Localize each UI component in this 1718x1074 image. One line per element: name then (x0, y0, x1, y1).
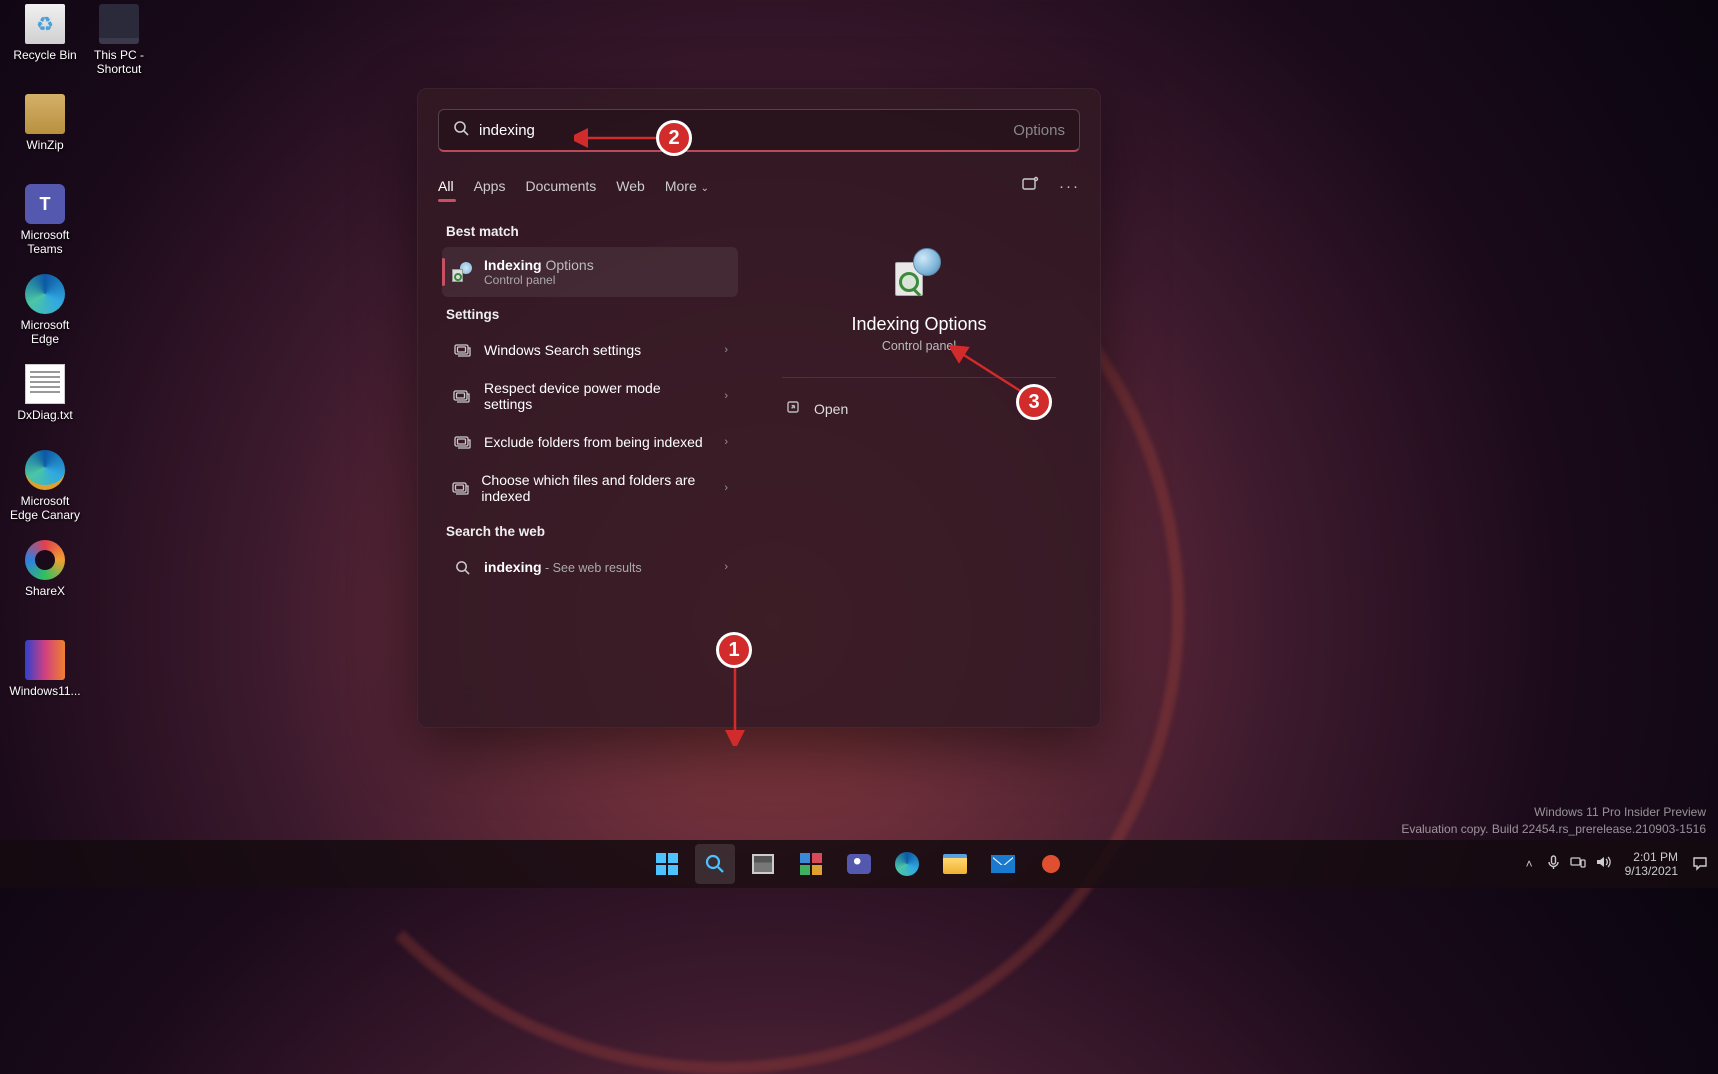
open-action[interactable]: Open (782, 390, 1056, 427)
dxdiag-txt-icon (25, 364, 65, 404)
indexing-options-large-icon (889, 248, 949, 296)
widgets-button[interactable] (791, 844, 831, 884)
tab-all[interactable]: All (438, 172, 454, 200)
search-input[interactable] (479, 122, 1009, 139)
start-button[interactable] (647, 844, 687, 884)
winzip-icon (25, 94, 65, 134)
settings-header: Settings (442, 297, 738, 330)
microsoft-edge-icon (25, 274, 65, 314)
chevron-right-icon: › (724, 344, 728, 356)
windows11-img-icon (25, 640, 65, 680)
mic-icon[interactable] (1547, 855, 1560, 873)
result-setting-0[interactable]: Windows Search settings › (442, 330, 738, 370)
desktop-icon-label: Microsoft Edge (8, 318, 82, 347)
desktop-icon-label: Microsoft Edge Canary (8, 494, 82, 523)
annotation-badge-3: 3 (1016, 384, 1052, 420)
clock[interactable]: 2:01 PM9/13/2021 (1625, 850, 1678, 879)
taskbar-search-button[interactable] (695, 844, 735, 884)
search-icon (452, 557, 472, 577)
volume-icon[interactable] (1596, 855, 1611, 873)
chat-button[interactable] (839, 844, 879, 884)
result-label: Windows Search settings (484, 342, 641, 358)
result-setting-1[interactable]: Respect device power mode settings › (442, 370, 738, 422)
chevron-right-icon: › (724, 436, 728, 448)
task-view-button[interactable] (743, 844, 783, 884)
screen-snip-icon[interactable] (1021, 175, 1039, 197)
search-box[interactable]: Options (438, 109, 1080, 152)
desktop-icon-microsoft-teams[interactable]: Microsoft Teams (8, 184, 82, 257)
taskbar-recording[interactable] (1031, 844, 1071, 884)
desktop-icon-label: Windows11... (8, 684, 82, 698)
result-indexing-options[interactable]: Indexing Options Control panel (442, 247, 738, 297)
more-options-icon[interactable]: ··· (1059, 178, 1080, 195)
devices-icon[interactable] (1570, 855, 1586, 873)
chevron-right-icon: › (724, 561, 728, 573)
sharex-icon (25, 540, 65, 580)
desktop-icon-label: WinZip (8, 138, 82, 152)
desktop-icon-windows11-img[interactable]: Windows11... (8, 640, 82, 698)
settings-icon (452, 386, 472, 406)
best-match-header: Best match (442, 214, 738, 247)
desktop-icon-recycle-bin[interactable]: Recycle Bin (8, 4, 82, 62)
desktop-icon-dxdiag-txt[interactable]: DxDiag.txt (8, 364, 82, 422)
desktop-icon-label: DxDiag.txt (8, 408, 82, 422)
recycle-bin-icon (25, 4, 65, 44)
desktop-icon-winzip[interactable]: WinZip (8, 94, 82, 152)
search-completion: Options (1013, 122, 1065, 139)
desktop-icon-label: This PC - Shortcut (82, 48, 156, 77)
result-web-indexing[interactable]: indexing - See web results › (442, 547, 738, 587)
taskbar-explorer[interactable] (935, 844, 975, 884)
search-tabs: All Apps Documents Web More ⌄ ··· (418, 172, 1100, 200)
desktop-icon-sharex[interactable]: ShareX (8, 540, 82, 598)
taskbar-mail[interactable] (983, 844, 1023, 884)
this-pc-shortcut-icon (99, 4, 139, 44)
detail-title: Indexing Options (782, 314, 1056, 335)
annotation-badge-2: 2 (656, 120, 692, 156)
search-web-header: Search the web (442, 514, 738, 547)
taskbar: ˄ 2:01 PM9/13/2021 (0, 840, 1718, 888)
notifications-icon[interactable] (1692, 855, 1708, 874)
settings-icon (452, 340, 472, 360)
tab-web[interactable]: Web (616, 172, 645, 200)
desktop-icon-this-pc-shortcut[interactable]: This PC - Shortcut (82, 4, 156, 77)
microsoft-teams-icon (25, 184, 65, 224)
open-icon (786, 400, 800, 417)
desktop-icon-edge-canary[interactable]: Microsoft Edge Canary (8, 450, 82, 523)
chevron-right-icon: › (724, 390, 728, 402)
tab-more[interactable]: More ⌄ (665, 172, 709, 200)
desktop-icon-microsoft-edge[interactable]: Microsoft Edge (8, 274, 82, 347)
result-label: Exclude folders from being indexed (484, 434, 703, 450)
detail-subtitle: Control panel (782, 339, 1056, 353)
result-label: Choose which files and folders are index… (481, 472, 712, 504)
result-setting-3[interactable]: Choose which files and folders are index… (442, 462, 738, 514)
watermark: Windows 11 Pro Insider Preview Evaluatio… (1401, 804, 1706, 838)
open-label: Open (814, 401, 848, 417)
settings-icon (452, 432, 472, 452)
tray-chevron-icon[interactable]: ˄ (1526, 857, 1533, 871)
annotation-badge-1: 1 (716, 632, 752, 668)
result-setting-2[interactable]: Exclude folders from being indexed › (442, 422, 738, 462)
settings-icon (452, 478, 469, 498)
desktop-icon-label: Recycle Bin (8, 48, 82, 62)
result-label: Respect device power mode settings (484, 380, 712, 412)
results-list: Best match Indexing Options Control pane… (426, 214, 744, 718)
tab-documents[interactable]: Documents (525, 172, 596, 200)
edge-canary-icon (25, 450, 65, 490)
desktop-icon-label: Microsoft Teams (8, 228, 82, 257)
taskbar-edge[interactable] (887, 844, 927, 884)
search-panel: Options All Apps Documents Web More ⌄ ··… (417, 88, 1101, 728)
search-icon (453, 120, 469, 140)
desktop-icon-label: ShareX (8, 584, 82, 598)
chevron-right-icon: › (724, 482, 728, 494)
indexing-options-icon (452, 262, 472, 282)
tab-apps[interactable]: Apps (474, 172, 506, 200)
